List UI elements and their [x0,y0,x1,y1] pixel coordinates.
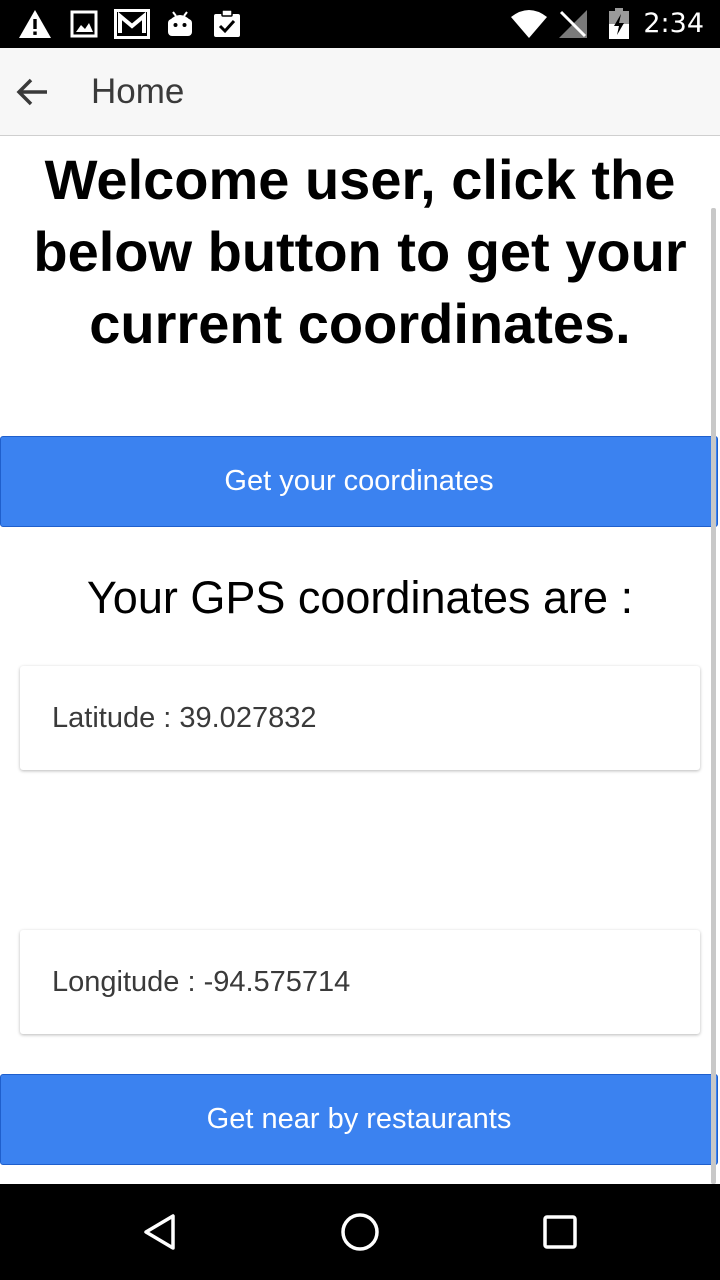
status-time: 2:34 [643,8,704,39]
back-triangle-icon [144,1214,175,1250]
nav-back-button[interactable] [136,1208,184,1256]
welcome-heading: Welcome user, click the below button to … [33,148,687,355]
main-content: Welcome user, click the below button to … [0,136,720,1184]
gmail-icon [114,8,150,40]
app-bar-title: Home [91,72,185,111]
battery-icon [608,8,630,40]
warning-icon [18,8,52,40]
recents-square-icon [543,1215,577,1249]
navigation-bar [0,1184,720,1280]
app-bar: Home [0,48,720,136]
longitude-text: Longitude : -94.575714 [52,965,351,998]
get-restaurants-button[interactable]: Get near by restaurants [0,1074,718,1165]
home-circle-icon [341,1213,379,1251]
latitude-text: Latitude : 39.027832 [52,701,317,734]
status-bar: 2:34 [0,0,720,48]
arrow-back-icon [16,78,47,106]
image-icon [70,8,98,40]
no-signal-icon [558,8,588,40]
latitude-card: Latitude : 39.027832 [20,666,700,770]
back-button[interactable] [8,68,56,116]
get-coordinates-button[interactable]: Get your coordinates [0,436,718,527]
scrollbar[interactable] [711,208,716,1184]
gps-heading: Your GPS coordinates are : [86,572,634,623]
android-icon [166,8,194,40]
wifi-icon [510,8,548,40]
nav-recents-button[interactable] [536,1208,584,1256]
nav-home-button[interactable] [336,1208,384,1256]
clipboard-check-icon [212,8,242,40]
longitude-card: Longitude : -94.575714 [20,930,700,1034]
